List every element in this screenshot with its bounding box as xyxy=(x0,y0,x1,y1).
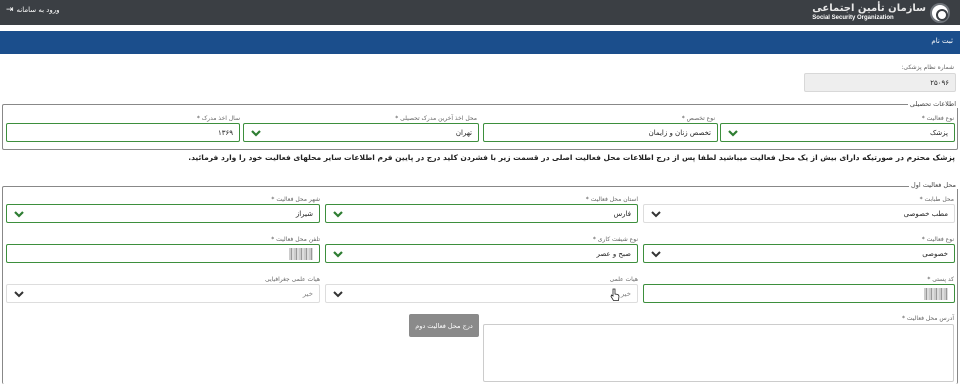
phone-label: تلفن محل فعالیت * xyxy=(271,236,320,243)
city-label: شهر محل فعالیت * xyxy=(271,196,320,203)
place-type-value: مطب خصوصی xyxy=(903,209,948,218)
specialty-value: تخصص زنان و زایمان xyxy=(648,128,711,137)
address-label: آدرس محل فعالیت * xyxy=(901,315,954,322)
activity-kind-value: خصوصی xyxy=(922,249,948,258)
faculty-value: خیر xyxy=(620,289,631,298)
faculty-geo-label: هیات علمی جغرافیایی xyxy=(264,276,320,283)
medical-no-field: ۲۵۰۹۶ xyxy=(804,73,956,92)
page-title: ثبت نام xyxy=(931,37,953,45)
chevron-down-icon xyxy=(250,128,262,138)
chevron-down-icon xyxy=(13,289,25,299)
login-label: ورود به سامانه xyxy=(16,6,60,14)
org-emblem-icon xyxy=(930,2,950,23)
redacted-phone xyxy=(289,247,313,260)
province-select[interactable]: فارس xyxy=(325,204,638,223)
degree-place-label: محل اخذ آخرین مدرک تحصیلی * xyxy=(395,115,477,122)
top-header: سازمان تأمین اجتماعی Social Security Org… xyxy=(0,0,960,25)
degree-year-label: سال اخذ مدرک * xyxy=(196,115,240,122)
activity-type-label: نوع فعالیت * xyxy=(921,115,954,122)
degree-place-select[interactable]: تهران xyxy=(243,123,479,142)
place-type-label: محل طبابت * xyxy=(919,196,954,203)
redacted-postal-code xyxy=(924,287,948,300)
faculty-label: هیات علمی xyxy=(609,276,638,283)
activity-type-select[interactable]: پزشک xyxy=(720,123,955,142)
shift-label: نوع شیفت کاری * xyxy=(592,236,638,243)
postal-code-field[interactable] xyxy=(643,284,955,303)
login-link[interactable]: ورود به سامانه ⇥ xyxy=(6,5,60,15)
province-label: استان محل فعالیت * xyxy=(585,196,638,203)
chevron-down-icon xyxy=(650,249,662,259)
shift-value: صبح و عصر xyxy=(596,249,631,258)
first-place-legend: محل فعالیت اول xyxy=(909,181,958,189)
medical-no-label: شماره نظام پزشکی: xyxy=(901,64,954,71)
place-type-select[interactable]: مطب خصوصی xyxy=(643,204,955,223)
faculty-geo-value: خیر xyxy=(302,289,313,298)
chevron-down-icon xyxy=(332,249,344,259)
degree-year-value: ۱۳۶۹ xyxy=(217,128,233,137)
add-second-place-button[interactable]: درج محل فعالیت دوم xyxy=(409,314,479,337)
specialty-field[interactable]: تخصص زنان و زایمان xyxy=(483,123,718,142)
chevron-down-icon xyxy=(332,209,344,219)
faculty-select[interactable]: خیر xyxy=(325,284,638,303)
sign-in-icon: ⇥ xyxy=(6,5,14,15)
multi-place-note: پزشک محترم در صورتیکه دارای بیش از یک مح… xyxy=(188,153,955,162)
page-title-bar: ثبت نام xyxy=(0,31,960,54)
education-legend: اطلاعات تحصیلی xyxy=(907,100,958,108)
degree-year-field[interactable]: ۱۳۶۹ xyxy=(6,123,240,142)
city-select[interactable]: شیراز xyxy=(6,204,320,223)
chevron-down-icon xyxy=(332,289,344,299)
chevron-down-icon xyxy=(727,128,739,138)
postal-code-label: کد پستی * xyxy=(927,276,954,283)
city-value: شیراز xyxy=(295,209,313,218)
activity-type-value: پزشک xyxy=(930,128,948,137)
province-value: فارس xyxy=(613,209,631,218)
degree-place-value: تهران xyxy=(455,128,472,137)
specialty-label: نوع تخصص * xyxy=(681,115,715,122)
phone-field[interactable] xyxy=(6,244,320,263)
hand-cursor-icon xyxy=(610,288,620,302)
activity-kind-label: نوع فعالیت * xyxy=(921,236,954,243)
chevron-down-icon xyxy=(650,209,662,219)
org-logo: سازمان تأمین اجتماعی Social Security Org… xyxy=(812,2,950,23)
faculty-geo-select[interactable]: خیر xyxy=(6,284,320,303)
chevron-down-icon xyxy=(13,209,25,219)
org-name-fa: سازمان تأمین اجتماعی xyxy=(812,3,926,15)
activity-kind-select[interactable]: خصوصی xyxy=(643,244,955,263)
address-textarea[interactable] xyxy=(483,324,954,382)
shift-select[interactable]: صبح و عصر xyxy=(325,244,638,263)
org-name-en: Social Security Organization xyxy=(812,14,894,21)
medical-no-value: ۲۵۰۹۶ xyxy=(930,78,949,87)
